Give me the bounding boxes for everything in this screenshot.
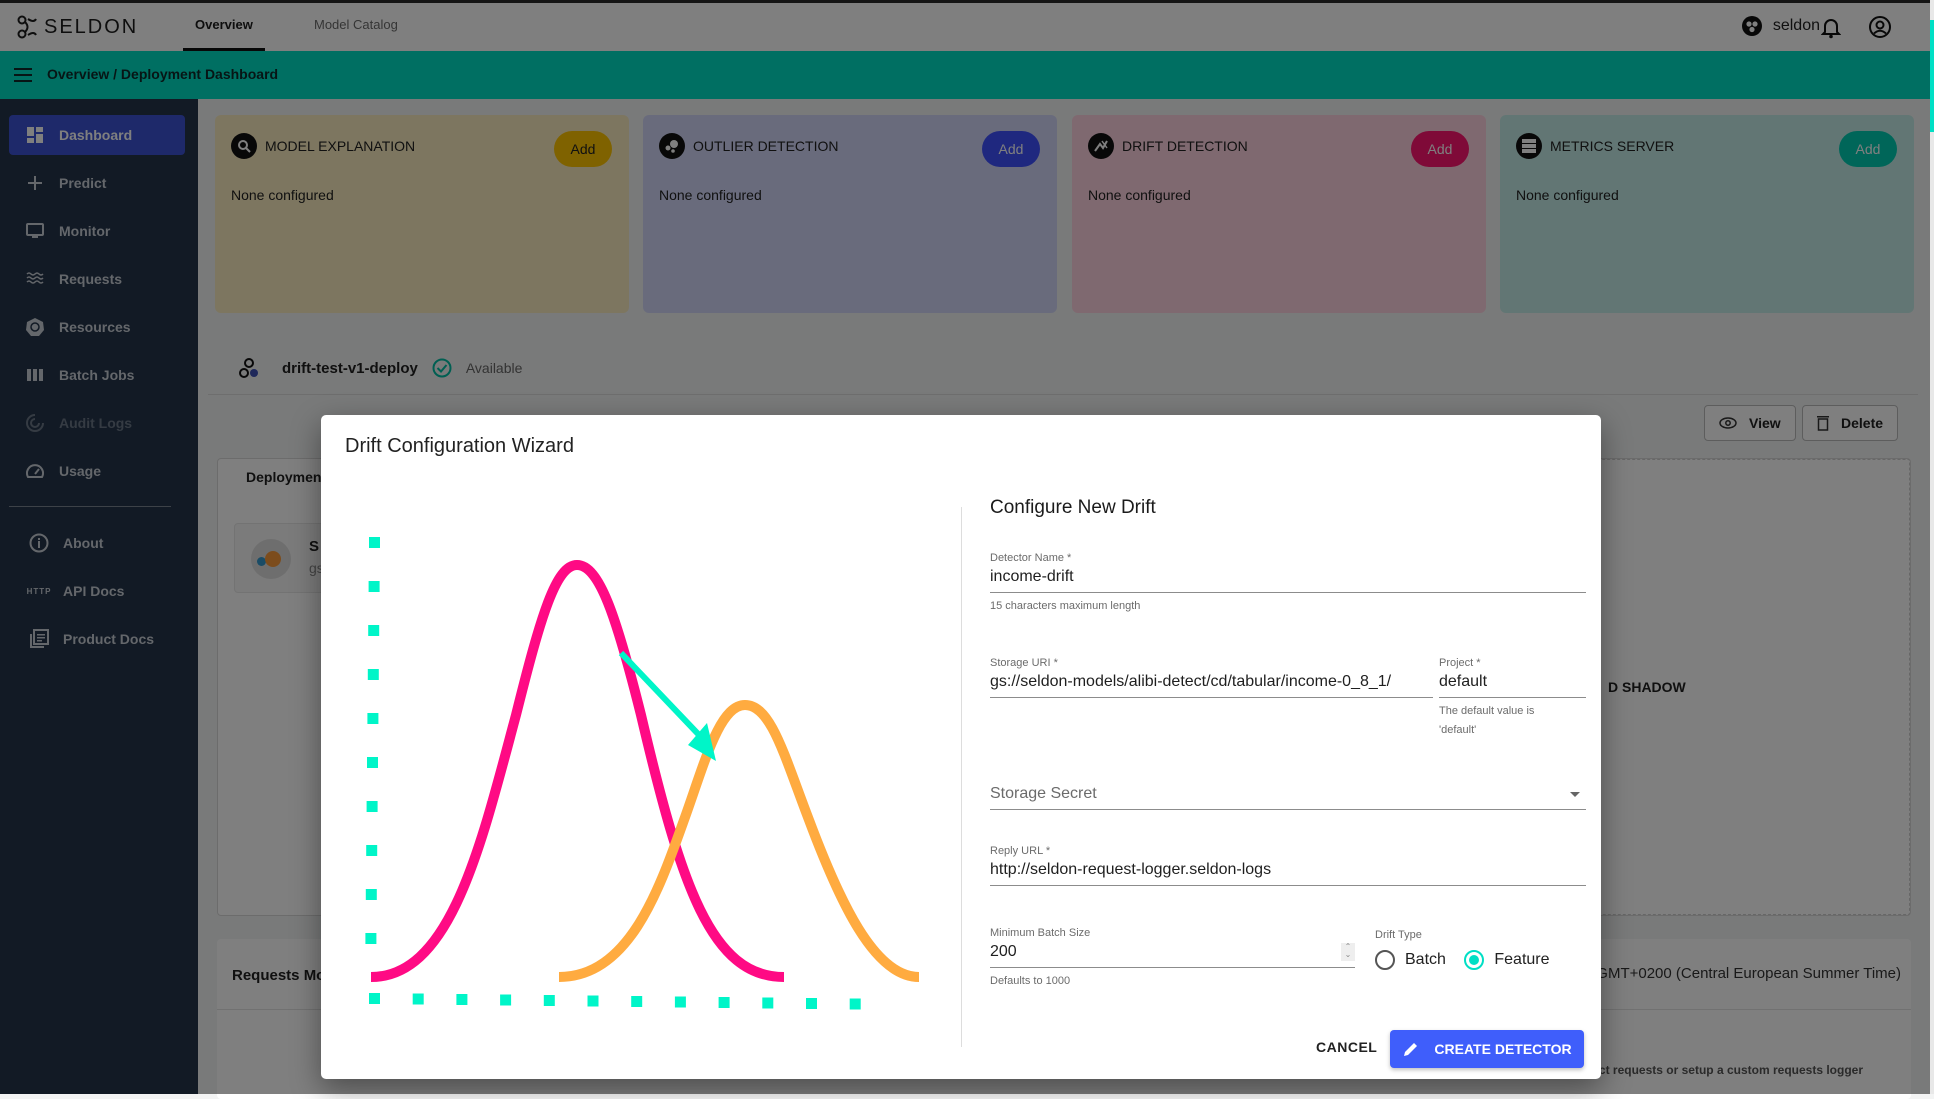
axis-dot bbox=[587, 995, 599, 1007]
storage-secret-select[interactable]: Storage Secret bbox=[990, 781, 1586, 810]
storage-uri-label: Storage URI * bbox=[990, 657, 1058, 669]
storage-secret-placeholder[interactable]: Storage Secret bbox=[990, 781, 1586, 810]
detector-name-help: 15 characters maximum length bbox=[990, 600, 1141, 612]
axis-dot bbox=[366, 801, 378, 812]
reply-url-label: Reply URL * bbox=[990, 845, 1051, 857]
number-spinner-icon[interactable]: ⌃ ⌄ bbox=[1341, 943, 1355, 961]
cancel-button[interactable]: CANCEL bbox=[1316, 1039, 1377, 1055]
radio-checked-icon bbox=[1464, 950, 1485, 970]
axis-dot bbox=[367, 757, 378, 768]
project-field[interactable]: Project * default The default value is '… bbox=[1439, 657, 1586, 740]
storage-uri-input[interactable]: gs://seldon-models/alibi-detect/cd/tabul… bbox=[990, 669, 1433, 698]
scrollbar-thumb[interactable] bbox=[1930, 20, 1934, 132]
axis-dot bbox=[849, 998, 861, 1010]
drift-type-group: Drift Type Batch Feature bbox=[1375, 929, 1586, 975]
radio-unchecked-icon bbox=[1375, 950, 1395, 970]
storage-uri-field[interactable]: Storage URI * gs://seldon-models/alibi-d… bbox=[990, 657, 1433, 698]
scrollbar-track[interactable] bbox=[1930, 0, 1934, 1094]
axis-dot bbox=[806, 998, 817, 1009]
axis-dot bbox=[674, 996, 686, 1008]
axis-dot bbox=[369, 537, 380, 548]
axis-dot bbox=[368, 625, 380, 636]
create-detector-label: CREATE DETECTOR bbox=[1434, 1041, 1572, 1057]
min-batch-field[interactable]: Minimum Batch Size 200 ⌃ ⌄ Defaults to 10… bbox=[990, 927, 1355, 991]
drift-illustration bbox=[365, 537, 920, 1010]
dialog-title: Drift Configuration Wizard bbox=[345, 435, 574, 457]
drift-type-batch-radio[interactable]: Batch bbox=[1375, 950, 1446, 970]
axis-dot bbox=[500, 994, 512, 1006]
reference-distribution-curve bbox=[370, 559, 785, 982]
min-batch-input[interactable]: 200 bbox=[990, 939, 1355, 968]
axis-dot bbox=[367, 713, 379, 724]
axis-dot bbox=[543, 995, 555, 1006]
project-input[interactable]: default bbox=[1439, 669, 1586, 698]
form-title: Configure New Drift bbox=[990, 497, 1156, 518]
axis-dot bbox=[369, 993, 380, 1004]
detector-name-field[interactable]: Detector Name * income-drift 15 characte… bbox=[990, 552, 1586, 616]
project-label: Project * bbox=[1439, 657, 1481, 669]
min-batch-help: Defaults to 1000 bbox=[990, 975, 1071, 987]
axis-dot bbox=[456, 994, 468, 1005]
y-axis-dots bbox=[365, 537, 380, 944]
min-batch-label: Minimum Batch Size bbox=[990, 927, 1091, 939]
axis-dot bbox=[718, 997, 730, 1008]
radio-label: Feature bbox=[1494, 951, 1550, 968]
pencil-icon bbox=[1404, 1043, 1418, 1056]
dropdown-arrow-icon bbox=[1570, 792, 1580, 797]
axis-dot bbox=[762, 997, 774, 1009]
project-help: The default value is 'default' bbox=[1439, 705, 1535, 736]
detector-name-label: Detector Name * bbox=[990, 552, 1072, 564]
axis-dot bbox=[365, 933, 377, 944]
x-axis-dots bbox=[369, 993, 861, 1010]
drift-type-feature-radio[interactable]: Feature bbox=[1464, 950, 1550, 970]
axis-dot bbox=[412, 993, 424, 1005]
drifted-distribution-curve bbox=[558, 699, 920, 982]
axis-dot bbox=[365, 889, 377, 900]
drift-configuration-dialog: Drift Configuration Wizard Configure New… bbox=[321, 415, 1601, 1079]
detector-name-input[interactable]: income-drift bbox=[990, 564, 1586, 593]
reply-url-input[interactable]: http://seldon-request-logger.seldon-logs bbox=[990, 857, 1586, 886]
radio-label: Batch bbox=[1405, 951, 1446, 968]
drift-type-label: Drift Type bbox=[1375, 929, 1422, 941]
axis-dot bbox=[368, 581, 380, 592]
reply-url-field[interactable]: Reply URL * http://seldon-request-logger… bbox=[990, 845, 1586, 886]
drift-form: Configure New Drift Detector Name * inco… bbox=[990, 497, 1586, 987]
create-detector-button[interactable]: CREATE DETECTOR bbox=[1390, 1030, 1584, 1068]
axis-dot bbox=[367, 669, 379, 680]
dialog-divider bbox=[961, 507, 962, 1047]
axis-dot bbox=[631, 996, 643, 1007]
axis-dot bbox=[366, 845, 378, 856]
